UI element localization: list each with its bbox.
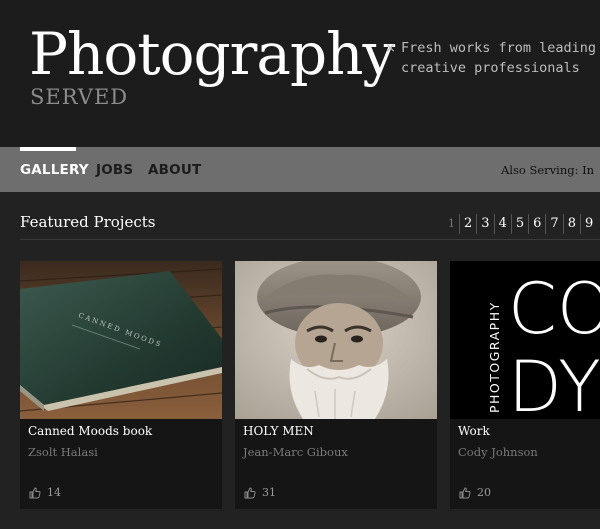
project-card[interactable]: CANNED MOODS Canned Moods book Zsolt Hal… (20, 261, 222, 509)
thumbs-up-icon (459, 486, 471, 498)
appreciation-stat: 31 (244, 486, 276, 499)
page-link-4[interactable]: 4 (493, 214, 511, 234)
appreciation-count: 31 (262, 486, 276, 499)
project-title[interactable]: HOLY MEN (243, 424, 314, 438)
project-card[interactable]: HOLY MEN Jean-Marc Giboux 31 (235, 261, 437, 509)
thumbs-up-icon (244, 486, 256, 498)
cody-logo-vertical-word: PHOTOGRAPHY (487, 301, 502, 413)
page-link-3[interactable]: 3 (476, 214, 493, 234)
project-card[interactable]: PHOTOGRAPHY CO DY Work Cody Johnson 20 (450, 261, 600, 509)
project-title[interactable]: Canned Moods book (28, 424, 152, 438)
main-nav: GALLERY JOBS ABOUT Also Serving: In (0, 147, 600, 192)
project-thumbnail-logo[interactable]: PHOTOGRAPHY CO DY (450, 261, 600, 419)
page-link-2[interactable]: 2 (459, 214, 476, 234)
project-thumbnail-book[interactable]: CANNED MOODS (20, 261, 222, 419)
cody-logo-top: CO (508, 268, 600, 350)
cody-logo-bottom: DY (508, 346, 600, 419)
section-title: Featured Projects (20, 213, 156, 231)
pagination: 1 2 3 4 5 6 7 8 9 (446, 214, 597, 234)
page-link-9[interactable]: 9 (579, 214, 597, 234)
thumbs-up-icon (29, 486, 41, 498)
also-serving-menu[interactable]: Also Serving: In (501, 147, 594, 192)
site-logo-subtitle[interactable]: SERVED (30, 85, 128, 109)
nav-item-about[interactable]: ABOUT (148, 147, 201, 192)
nav-item-jobs[interactable]: JOBS (96, 147, 133, 192)
site-header: Photography SERVED × Fresh works from le… (0, 0, 600, 147)
appreciation-stat: 20 (459, 486, 491, 499)
project-author[interactable]: Cody Johnson (458, 445, 538, 459)
project-author[interactable]: Jean-Marc Giboux (243, 445, 348, 459)
project-author[interactable]: Zsolt Halasi (28, 445, 98, 459)
section-divider (20, 239, 600, 240)
project-title[interactable]: Work (458, 424, 490, 438)
site-tagline: Fresh works from leading creative profes… (401, 40, 597, 76)
project-thumbnail-portrait[interactable] (235, 261, 437, 419)
page-link-7[interactable]: 7 (545, 214, 562, 234)
page-link-5[interactable]: 5 (510, 214, 528, 234)
page-link-8[interactable]: 8 (562, 214, 580, 234)
appreciation-count: 14 (47, 486, 61, 499)
page-link-1[interactable]: 1 (446, 214, 459, 234)
page-link-6[interactable]: 6 (528, 214, 545, 234)
appreciation-stat: 14 (29, 486, 61, 499)
appreciation-count: 20 (477, 486, 491, 499)
site-logo-title[interactable]: Photography (29, 17, 395, 91)
nav-item-gallery[interactable]: GALLERY (20, 147, 89, 192)
tagline-mark: × (385, 41, 396, 56)
